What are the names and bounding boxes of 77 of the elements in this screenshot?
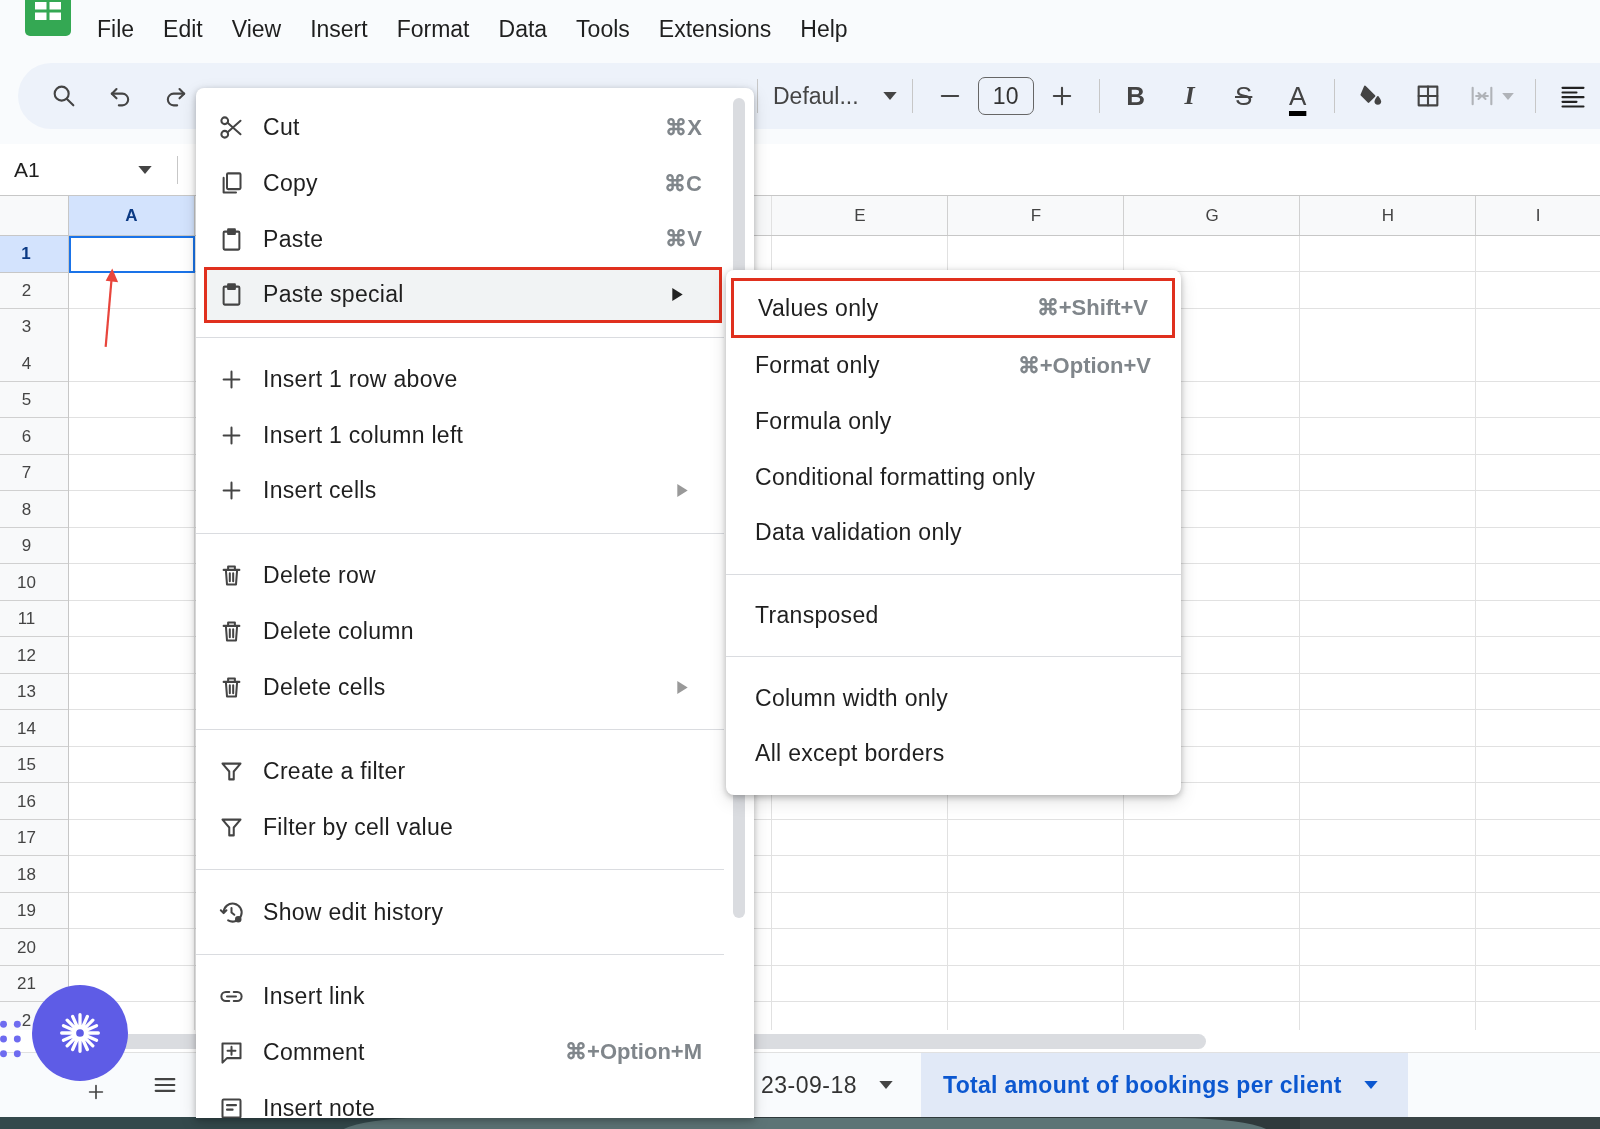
italic-button[interactable]: I — [1162, 76, 1217, 116]
menu-item[interactable]: Help — [800, 15, 848, 43]
row-header[interactable]: 4 — [21, 353, 32, 374]
column-header[interactable]: G — [1124, 196, 1300, 236]
menu-item[interactable]: Transposed — [726, 587, 1181, 644]
sheet-tab[interactable]: 23-09-18 — [761, 1053, 914, 1117]
caret-icon — [882, 92, 897, 100]
row-header[interactable]: 19 — [17, 901, 36, 922]
menu-item[interactable]: Delete cells — [196, 659, 724, 715]
menu-item[interactable]: Cut ⌘X — [196, 100, 724, 156]
menu-item[interactable]: View — [231, 15, 282, 43]
row-header[interactable]: 6 — [21, 426, 32, 447]
menu-item[interactable]: Delete column — [196, 603, 724, 660]
sheets-logo-icon[interactable] — [25, 0, 71, 36]
menu-item[interactable]: All except borders — [726, 726, 1181, 782]
row-header[interactable]: 13 — [17, 682, 36, 703]
row-header[interactable]: 20 — [17, 937, 36, 958]
menu-item[interactable]: Insert cells — [196, 463, 724, 519]
menu-item[interactable]: Paste ⌘V — [196, 211, 724, 268]
row-header[interactable]: 21 — [17, 974, 36, 995]
menu-item[interactable]: Insert 1 column left — [196, 407, 724, 464]
menu-item[interactable]: Column width only — [726, 670, 1181, 727]
menu-item[interactable]: Copy ⌘C — [196, 155, 724, 212]
menu-item[interactable]: Conditional formatting only — [726, 449, 1181, 506]
font-size-field[interactable]: 10 — [977, 77, 1034, 115]
menu-item[interactable]: Filter by cell value — [196, 799, 724, 856]
name-box[interactable]: A1 — [0, 157, 160, 182]
menu-item[interactable]: Show edit history — [196, 884, 724, 940]
row-header[interactable]: 8 — [21, 499, 32, 520]
caret-icon — [879, 1081, 894, 1089]
font-dropdown[interactable]: Defaul... — [767, 82, 903, 110]
row-header[interactable]: 1 — [0, 236, 69, 273]
menu-item[interactable]: Values only ⌘+Shift+V — [731, 278, 1175, 338]
row-header[interactable]: 14 — [17, 718, 36, 739]
column-header[interactable]: H — [1300, 196, 1476, 236]
menu-item[interactable]: Tools — [576, 15, 630, 43]
menu-item[interactable]: Data — [498, 15, 548, 43]
column-header[interactable]: I — [1476, 196, 1600, 236]
row-header[interactable]: 17 — [17, 828, 36, 849]
row-header[interactable]: 18 — [17, 864, 36, 885]
strikethrough-button[interactable]: S — [1216, 76, 1271, 116]
column-header[interactable]: A — [69, 196, 195, 236]
menu-item[interactable]: Insert link — [196, 968, 724, 1025]
row-header[interactable]: 3 — [21, 317, 32, 338]
menu-item[interactable]: Data validation only — [726, 505, 1181, 561]
row-header[interactable]: 9 — [21, 536, 32, 557]
bold-button[interactable]: B — [1108, 76, 1163, 116]
row-header[interactable]: 5 — [21, 390, 32, 411]
menu-item[interactable]: File — [97, 15, 135, 43]
menu-item[interactable]: Insert — [310, 15, 368, 43]
menu-item[interactable]: Extensions — [658, 15, 772, 43]
sheet-tab[interactable]: Total amount of bookings per client — [921, 1053, 1408, 1117]
caret-icon — [1363, 1081, 1378, 1089]
row-header[interactable]: 15 — [17, 755, 36, 776]
row-header[interactable]: 2 — [21, 280, 32, 301]
row-header[interactable]: 12 — [17, 645, 36, 666]
menu-item[interactable]: Format only ⌘+Option+V — [726, 338, 1181, 394]
menu-item[interactable]: Paste special — [204, 267, 722, 323]
row-header[interactable]: 16 — [17, 791, 36, 812]
menu-item[interactable]: Delete row — [196, 547, 724, 604]
caret-icon — [1501, 92, 1514, 100]
menu-item[interactable]: Insert 1 row above — [196, 351, 724, 408]
text-color-button[interactable]: A — [1270, 79, 1325, 113]
asterisk-icon — [58, 1011, 102, 1055]
menu-item[interactable]: Edit — [163, 15, 203, 43]
menu-item[interactable]: Formula only — [726, 393, 1181, 450]
row-header[interactable]: 11 — [17, 609, 36, 630]
menu-item[interactable]: Format — [396, 15, 470, 43]
menu-item[interactable]: Comment ⌘+Option+M — [196, 1024, 724, 1081]
row-header[interactable]: 7 — [21, 463, 32, 484]
row-header[interactable]: 10 — [17, 572, 36, 593]
row-header[interactable]: 2 — [21, 1010, 32, 1030]
column-header[interactable]: E — [772, 196, 948, 236]
caret-icon — [138, 165, 152, 174]
menu-item[interactable]: Insert note — [196, 1080, 724, 1118]
column-header[interactable]: F — [948, 196, 1124, 236]
menu-item[interactable]: Create a filter — [196, 743, 724, 800]
